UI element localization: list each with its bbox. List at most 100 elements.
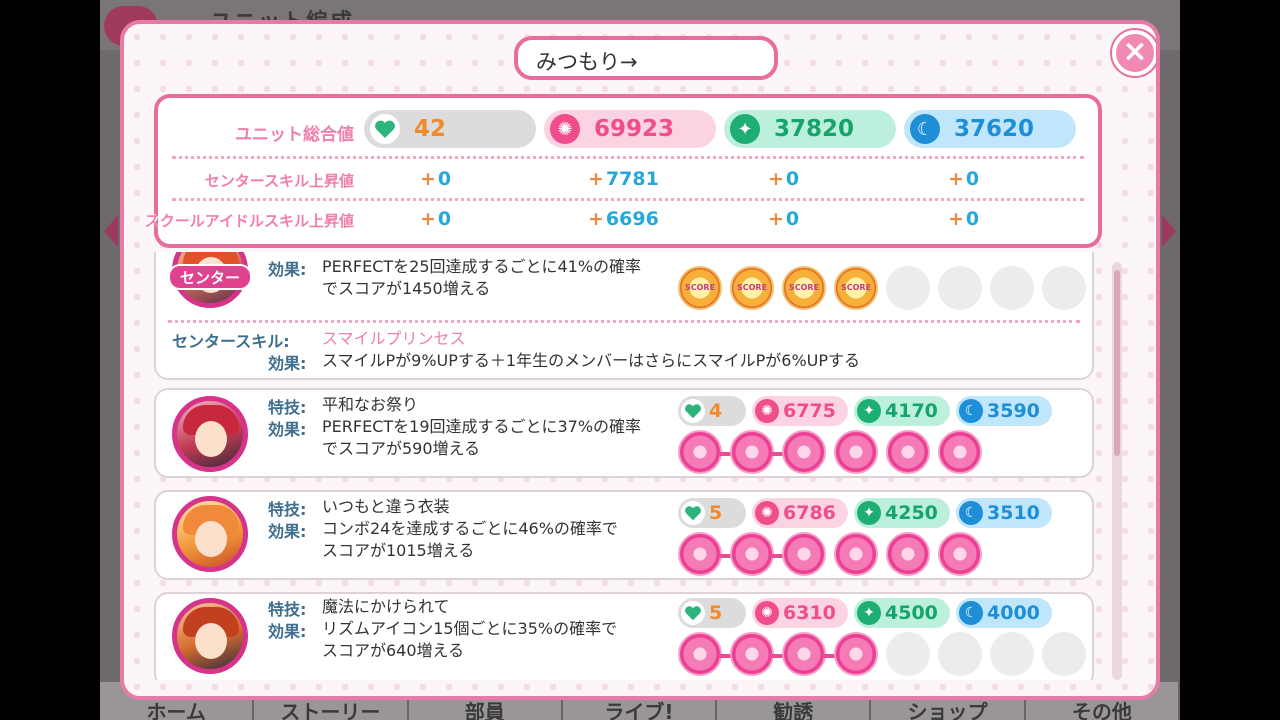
sis-bonus-pure: +0 [768,208,800,230]
kiss-gem-icon [938,430,982,474]
score-gem-icon: SCORE [730,266,774,310]
center-effect-label: 効果: [268,354,307,373]
empty-slot [990,632,1034,676]
unit-summary-panel: ユニット総合値 42 ✺ 69923 ✦ 37820 ☾ 37620 センタース… [145,94,1102,248]
member-avatar [172,396,248,472]
unit-name-field[interactable]: みつもり→ [514,36,778,80]
kiss-gem-icon [886,430,930,474]
total-smile-value: 69923 [594,116,675,142]
cool-stat: ☾ 4000 [956,598,1052,628]
total-pure-value: 37820 [774,116,855,142]
prev-arrow-icon[interactable] [104,215,118,247]
total-label: ユニット総合値 [235,125,354,145]
pure-stat: ✦ 4250 [854,498,950,528]
empty-slot [1042,266,1086,310]
total-cool-value: 37620 [954,116,1035,142]
empty-slot [990,266,1034,310]
sis-bonus-cool: +0 [948,208,980,230]
member-stats: 5 ✺ 6786 ✦ 4250 ☾ 3510 [678,498,1052,528]
heart-icon [681,601,705,625]
divider [168,320,1080,323]
cool-icon: ☾ [959,399,983,423]
smile-icon: ✺ [755,399,779,423]
next-arrow-icon[interactable] [1162,215,1176,247]
cool-icon: ☾ [959,501,983,525]
pure-stat: ✦ 4500 [854,598,950,628]
skill-name: いつもと違う衣装 [322,497,450,516]
cool-stat: ☾ 3510 [956,498,1052,528]
heart-icon [681,501,705,525]
skill-effect: PERFECTを19回達成するごとに37%の確率 でスコアが590増える [322,417,642,458]
smile-stat: ✺ 6310 [752,598,848,628]
member-card[interactable]: センター 効果: PERFECTを25回達成するごとに41%の確率 でスコアが14… [154,252,1094,380]
center-skill-label: センタースキル: [172,332,290,351]
total-cool-pill: ☾ 37620 [904,110,1076,148]
effect-label: 効果: [268,260,307,279]
member-card[interactable]: 特技: 魔法にかけられて 効果: リズムアイコン15個ごとに35%の確率で スコア… [154,592,1094,680]
center-bonus-smile: +7781 [588,168,659,190]
member-card[interactable]: 特技: いつもと違う衣装 効果: コンボ24を達成するごとに46%の確率で スコア… [154,490,1094,580]
kiss-gem-icon [834,532,878,576]
kiss-gem-icon [782,430,826,474]
kiss-gem-icon [886,532,930,576]
pure-stat: ✦ 4170 [854,396,950,426]
empty-slot [938,266,982,310]
empty-slot [938,632,982,676]
kiss-gem-icon [678,532,732,576]
member-stats: 4 ✺ 6775 ✦ 4170 ☾ 3590 [678,396,1052,426]
skill-slots [678,532,982,576]
skill-effect: コンボ24を達成するごとに46%の確率で スコアが1015増える [322,519,618,560]
heart-stat: 5 [678,598,746,628]
skill-effect: リズムアイコン15個ごとに35%の確率で スコアが640増える [322,619,618,660]
member-list[interactable]: センター 効果: PERFECTを25回達成するごとに41%の確率 でスコアが14… [154,252,1098,680]
heart-stat: 5 [678,498,746,528]
member-card[interactable]: 特技: 平和なお祭り 効果: PERFECTを19回達成するごとに37%の確率で… [154,388,1094,478]
kiss-gem-icon [938,532,982,576]
skill-effect: PERFECTを25回達成するごとに41%の確率 でスコアが1450増える [322,257,642,298]
divider [172,156,1084,159]
sis-bonus-heart: +0 [420,208,452,230]
sis-bonus-label: スクールアイドルスキル上昇値 [144,212,354,230]
skill-slots [678,632,1086,676]
smile-stat: ✺ 6786 [752,498,848,528]
score-gem-icon: SCORE [678,266,722,310]
skill-name: 平和なお祭り [322,395,419,414]
sis-bonus-smile: +6696 [588,208,659,230]
member-stats: 5 ✺ 6310 ✦ 4500 ☾ 4000 [678,598,1052,628]
cool-icon: ☾ [959,601,983,625]
smile-icon: ✺ [755,601,779,625]
kiss-gem-icon [834,632,878,676]
skill-label: 特技: [268,398,307,417]
center-skill-name: スマイルプリンセス [322,329,466,348]
total-smile-pill: ✺ 69923 [544,110,716,148]
center-bonus-pure: +0 [768,168,800,190]
score-gem-icon: SCORE [782,266,826,310]
kiss-gem-icon [782,532,826,576]
kiss-gem-icon [730,532,784,576]
skill-label: 特技: [268,500,307,519]
smile-stat: ✺ 6775 [752,396,848,426]
scrollbar-thumb[interactable] [1114,270,1120,456]
empty-slot [886,632,930,676]
skill-name: 魔法にかけられて [322,597,450,616]
heart-icon [370,114,400,144]
pure-icon: ✦ [857,399,881,423]
pure-icon: ✦ [857,601,881,625]
center-skill-effect: スマイルPが9%UPする＋1年生のメンバーはさらにスマイルPが6%UPする [322,351,861,370]
center-badge: センター [168,264,252,290]
kiss-gem-icon [730,430,784,474]
close-button[interactable]: × [1112,30,1156,76]
heart-stat: 4 [678,396,746,426]
total-pure-pill: ✦ 37820 [724,110,896,148]
pure-icon: ✦ [730,114,760,144]
kiss-gem-icon [834,430,878,474]
skill-slots [678,430,982,474]
total-heart-value: 42 [414,116,447,142]
effect-label: 効果: [268,622,307,641]
divider [172,198,1084,201]
background-screen: ユニット編成 ホーム ストーリー 部員 ライブ! 勧誘 ショップ その他 みつも… [100,0,1180,720]
kiss-gem-icon [782,632,836,676]
heart-icon [681,399,705,423]
skill-slots: SCORE SCORE SCORE SCORE [678,266,1086,310]
unit-detail-dialog: みつもり→ × ユニット総合値 42 ✺ 69923 ✦ 37820 ☾ 376… [120,20,1160,700]
